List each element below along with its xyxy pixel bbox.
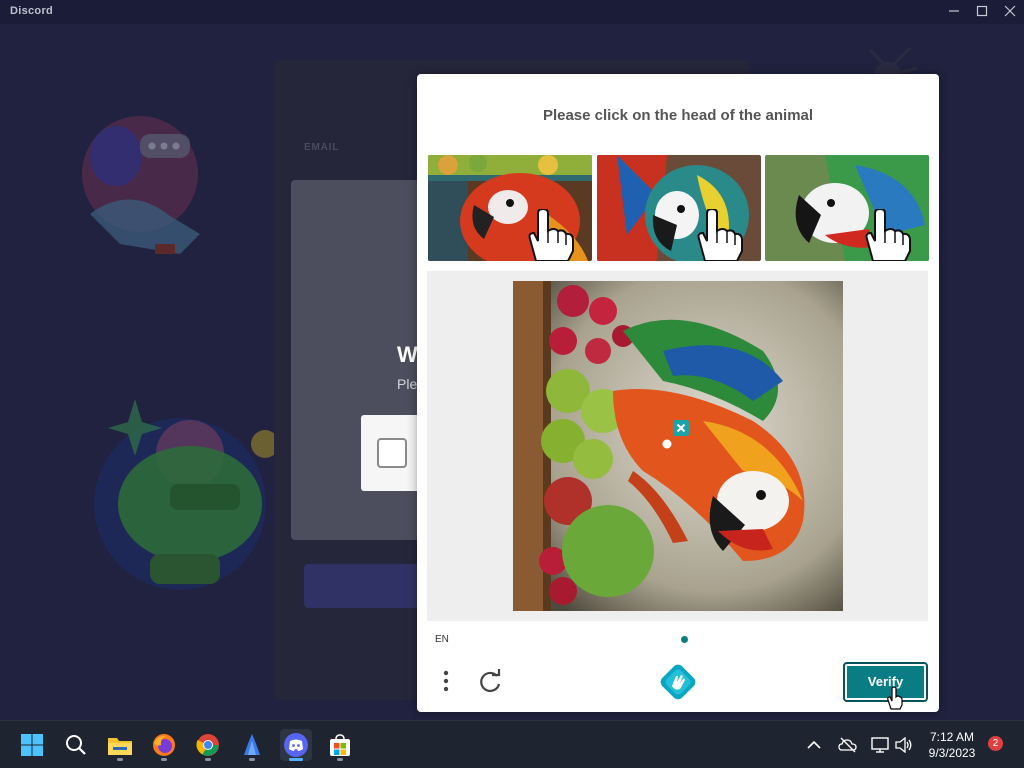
captcha-prompt: Please click on the head of the animal (542, 107, 814, 124)
onedrive-status[interactable] (838, 721, 860, 768)
maximize-icon[interactable] (968, 0, 996, 24)
running-indicator (205, 758, 211, 761)
challenge-image[interactable] (513, 281, 843, 611)
refresh-button[interactable] (475, 668, 505, 696)
folder-icon (108, 738, 132, 755)
dialog-subtext: Ple (397, 376, 418, 392)
search-icon (66, 735, 86, 755)
email-label: EMAIL (304, 142, 340, 153)
notification-badge[interactable]: 2 (988, 736, 1003, 751)
chevron-up-icon (807, 740, 821, 749)
pointer-hand-icon (865, 209, 911, 261)
captcha-checkbox[interactable] (377, 438, 407, 468)
more-options-button[interactable] (437, 668, 455, 696)
example-image-2 (597, 155, 761, 261)
shark-icon (244, 734, 260, 755)
start-button[interactable] (16, 729, 48, 761)
hcaptcha-logo-icon (660, 664, 696, 700)
minimize-icon[interactable] (940, 0, 968, 24)
refresh-icon (480, 669, 501, 693)
taskbar-search-button[interactable] (60, 729, 92, 761)
taskbar-file-explorer[interactable] (104, 729, 136, 761)
page-indicator-dot (681, 636, 688, 643)
remove-marker-button[interactable] (673, 420, 689, 436)
volume-icon (895, 736, 912, 754)
login-button[interactable] (304, 564, 424, 608)
running-indicator (161, 758, 167, 761)
example-image-1 (428, 155, 592, 261)
cloud-off-icon (838, 737, 857, 753)
language-selector[interactable]: EN (435, 634, 449, 645)
more-vertical-icon (443, 670, 449, 692)
dialog-heading: W (397, 342, 418, 367)
windows-start-icon (21, 734, 43, 756)
close-icon (676, 423, 686, 433)
volume-control[interactable] (895, 721, 915, 768)
pointer-hand-icon (528, 209, 574, 261)
network-icon (871, 737, 889, 753)
clock[interactable]: 7:12 AM 9/3/2023 (920, 729, 984, 761)
example-image-3 (765, 155, 929, 261)
discord-icon (284, 733, 308, 757)
show-hidden-icons-button[interactable] (806, 721, 824, 768)
network-status[interactable] (870, 721, 890, 768)
challenge-panel (427, 271, 928, 621)
captcha-checkbox-card[interactable] (361, 415, 421, 491)
captcha-challenge: Please click on the head of the animal E… (417, 74, 939, 712)
clock-time: 7:12 AM (929, 730, 975, 744)
illustration-person-icon (60, 104, 220, 284)
app-title: Discord (10, 5, 54, 17)
taskbar-store[interactable] (324, 729, 356, 761)
running-indicator (289, 758, 303, 761)
running-indicator (337, 758, 343, 761)
close-icon[interactable] (996, 0, 1024, 24)
clock-date: 9/3/2023 (928, 746, 976, 760)
running-indicator (249, 758, 255, 761)
hand-cursor-icon (887, 687, 903, 710)
taskbar-chrome[interactable] (192, 729, 224, 761)
firefox-icon (153, 734, 175, 756)
taskbar-app[interactable] (236, 729, 268, 761)
window-titlebar: Discord (0, 0, 1024, 24)
taskbar: 7:12 AM 9/3/2023 (0, 720, 1024, 768)
running-indicator (117, 758, 123, 761)
illustration-monster-icon (90, 394, 290, 624)
chrome-icon (196, 734, 219, 756)
pointer-hand-icon (697, 209, 743, 261)
store-icon (330, 734, 350, 756)
taskbar-firefox[interactable] (148, 729, 180, 761)
click-marker-dot (662, 439, 672, 449)
taskbar-discord[interactable] (280, 729, 312, 761)
